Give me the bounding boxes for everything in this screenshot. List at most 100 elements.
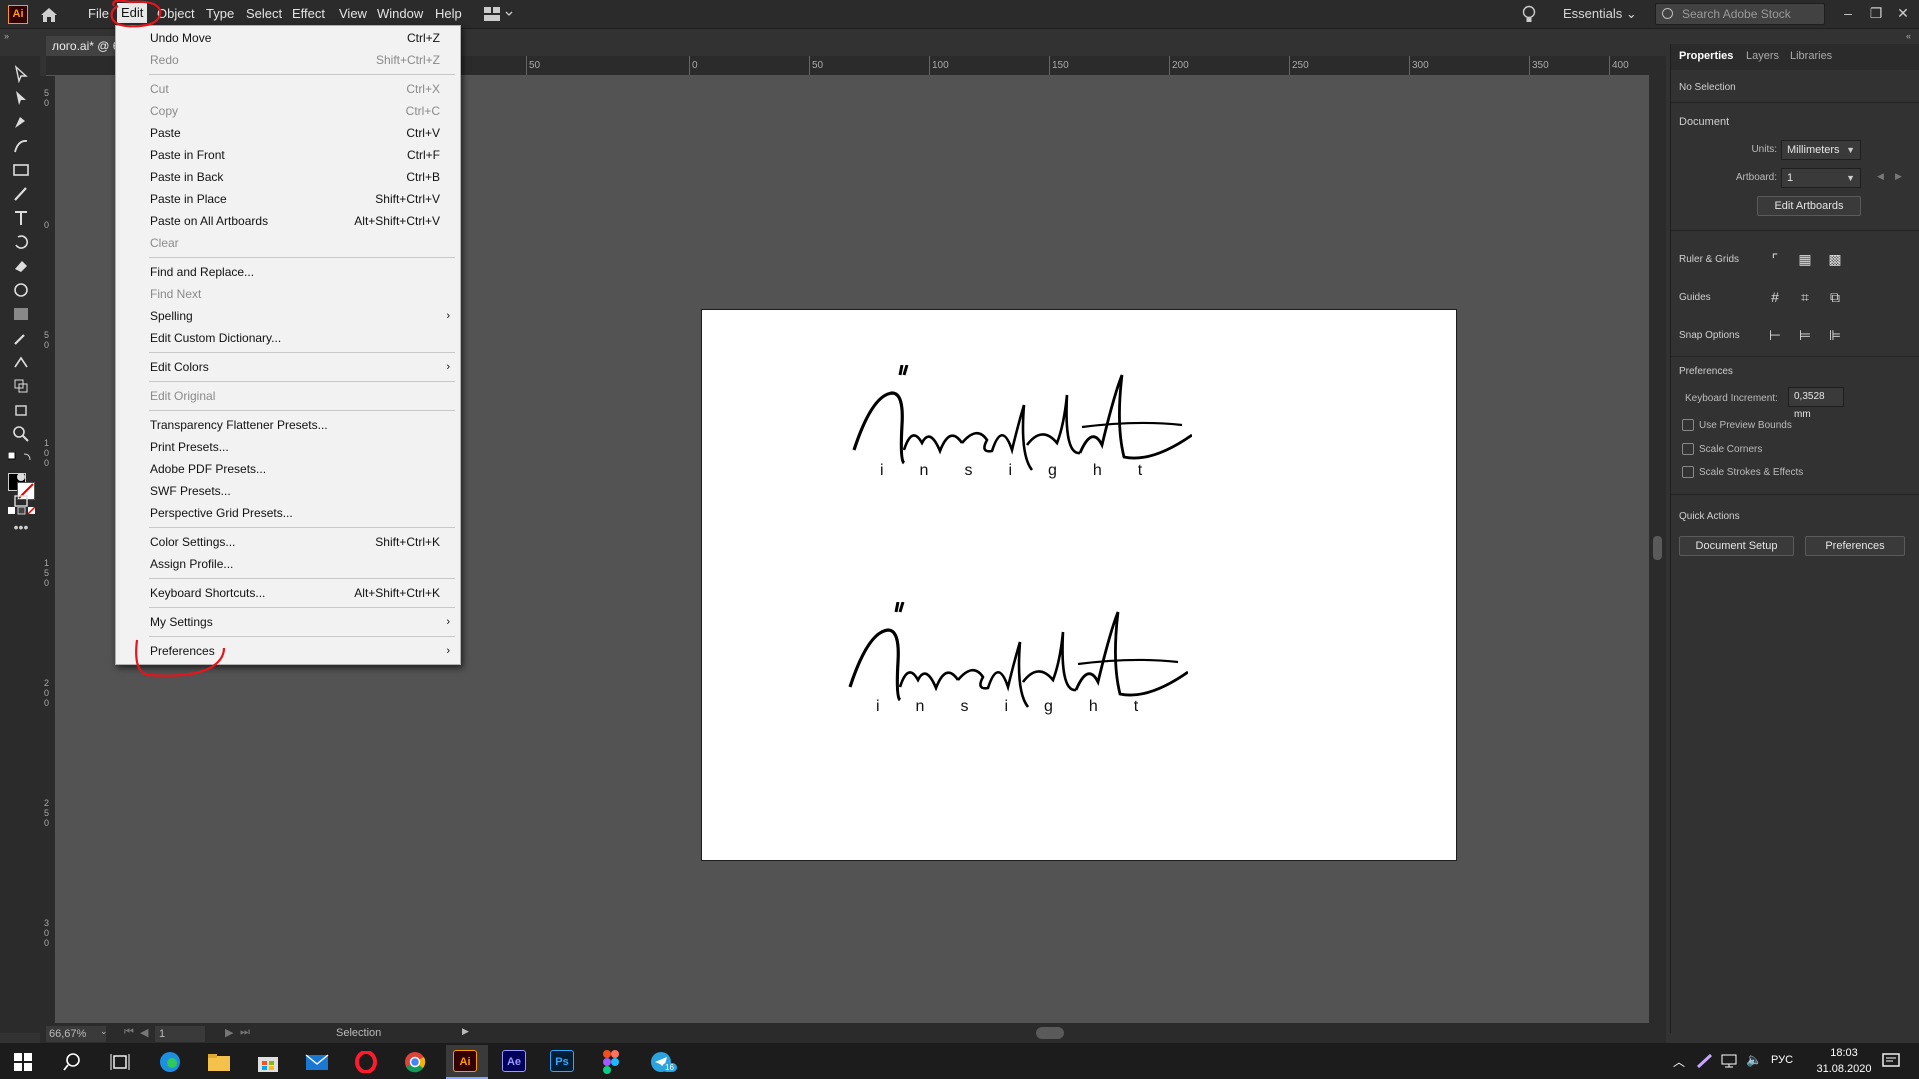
logo-subtitle: insight (876, 698, 1175, 715)
units-label: Units: (1751, 144, 1777, 155)
chevron-down-icon: ▼ (1846, 173, 1855, 183)
pen-ink-icon[interactable] (1696, 1053, 1714, 1069)
taskbar-search-icon[interactable] (63, 1053, 81, 1071)
discover-lightbulb-icon[interactable] (1522, 5, 1536, 24)
file-explorer-icon[interactable] (207, 1052, 231, 1072)
snap-to-point-icon[interactable]: ⊢ (1765, 325, 1785, 345)
guides-label: Guides (1679, 292, 1711, 303)
zoom-level-field[interactable]: 66,67% (46, 1026, 106, 1042)
ruler-tick: 200 (1169, 56, 1189, 75)
artboard-label: Artboard: (1735, 172, 1777, 183)
artboard-select[interactable]: 1 ▼ (1781, 168, 1861, 188)
snap-options-label: Snap Options (1679, 330, 1740, 341)
document-section-title: Document (1679, 116, 1730, 128)
checkbox-label: Scale Corners (1699, 444, 1763, 455)
last-artboard-icon[interactable]: ⏭ (240, 1026, 250, 1039)
next-artboard-icon[interactable]: ▶ (225, 1026, 233, 1039)
show-guides-icon[interactable]: # (1765, 287, 1785, 307)
windows-taskbar: Ai Ae Ps 16 ︿ 🔈 РУС 18:03 31.08.2020 (0, 1043, 1919, 1079)
photoshop-taskbar-icon[interactable]: Ps (550, 1050, 574, 1072)
collapse-panels-icon[interactable]: « (1906, 31, 1911, 41)
selection-status: No Selection (1679, 82, 1736, 93)
telegram-badge: 16 (662, 1063, 677, 1072)
workspace-switcher[interactable]: Essentials ⌄ (1563, 6, 1637, 22)
snap-to-grid-icon[interactable]: ⊫ (1825, 325, 1845, 345)
use-preview-bounds-checkbox[interactable] (1682, 419, 1694, 431)
preferences-button[interactable]: Preferences (1805, 536, 1905, 556)
edge-browser-icon[interactable] (158, 1051, 182, 1073)
snap-to-pixel-icon[interactable]: ⊨ (1795, 325, 1815, 345)
show-hidden-icons-icon[interactable]: ︿ (1673, 1053, 1685, 1070)
search-icon (1662, 8, 1673, 19)
task-view-icon[interactable] (110, 1053, 130, 1071)
zoom-dropdown-icon[interactable]: ⌄ (100, 1026, 108, 1037)
mail-icon[interactable] (305, 1052, 329, 1072)
network-icon[interactable] (1720, 1053, 1740, 1069)
opera-browser-icon[interactable] (354, 1051, 378, 1073)
properties-panel: Properties Layers Libraries No Selection… (1670, 44, 1919, 1033)
ruler-grids-label: Ruler & Grids (1679, 254, 1740, 265)
artboard[interactable]: insight insight (701, 309, 1457, 861)
tab-properties[interactable]: Properties (1679, 50, 1733, 62)
next-artboard-arrow-icon[interactable]: ▶ (1895, 171, 1902, 182)
close-button[interactable]: ✕ (1889, 2, 1917, 24)
horizontal-scroll-thumb[interactable] (1036, 1027, 1064, 1039)
ruler-tick: 300 (1409, 56, 1429, 75)
insight-logo-script (852, 365, 1192, 471)
red-annotation-marks (110, 0, 226, 677)
quick-actions-title: Quick Actions (1679, 511, 1740, 522)
document-setup-button[interactable]: Document Setup (1679, 536, 1794, 556)
notifications-icon[interactable] (1882, 1052, 1900, 1070)
ruler-tick: 50 (808, 56, 824, 75)
ruler-tick: 400 (1609, 56, 1629, 75)
arrange-documents-icon[interactable] (484, 7, 514, 21)
minimize-button[interactable]: – (1834, 2, 1862, 24)
grid-icon[interactable]: ▦ (1795, 249, 1815, 269)
ruler-tick: 100 (929, 56, 949, 75)
chevron-down-icon: ▼ (1846, 145, 1855, 155)
checkbox-label: Scale Strokes & Effects (1699, 467, 1804, 478)
search-adobe-stock-input[interactable]: Search Adobe Stock (1655, 3, 1825, 25)
windows-start-icon[interactable] (14, 1053, 32, 1071)
volume-icon[interactable]: 🔈 (1746, 1052, 1762, 1068)
microsoft-store-icon[interactable] (256, 1051, 280, 1073)
ruler-tick: 150 (1049, 56, 1069, 75)
scroll-thumb[interactable] (1653, 536, 1662, 560)
prev-artboard-icon[interactable]: ◀ (140, 1026, 148, 1039)
lock-guides-icon[interactable]: ⌗ (1795, 287, 1815, 307)
status-tool-name: Selection (336, 1027, 382, 1039)
illustrator-taskbar-icon[interactable]: Ai (453, 1050, 477, 1072)
edit-artboards-button[interactable]: Edit Artboards (1757, 196, 1861, 216)
input-language[interactable]: РУС (1771, 1054, 1793, 1066)
prev-artboard-arrow-icon[interactable]: ◀ (1877, 171, 1884, 182)
scale-strokes-checkbox[interactable] (1682, 466, 1694, 478)
preferences-section-title: Preferences (1679, 366, 1733, 377)
units-select[interactable]: Millimeters ▼ (1781, 140, 1861, 160)
chrome-browser-icon[interactable] (403, 1051, 427, 1073)
artboard-nav-field[interactable]: 1 (155, 1026, 205, 1042)
ruler-icon[interactable]: ⌜ (1765, 249, 1785, 269)
ruler-tick: 2 5 0 (44, 798, 50, 828)
system-clock[interactable]: 18:03 31.08.2020 (1814, 1045, 1874, 1077)
status-bar: 66,67% ⌄ ⏮ ◀ 1 ▶ ⏭ Selection ▶ (40, 1023, 1666, 1043)
panel-tabs: Properties Layers Libraries (1671, 44, 1919, 70)
status-menu-arrow-icon[interactable]: ▶ (462, 1026, 469, 1037)
smart-guides-icon[interactable]: ⧉ (1825, 287, 1845, 307)
checkbox-label: Use Preview Bounds (1699, 420, 1792, 431)
tab-libraries[interactable]: Libraries (1790, 50, 1832, 62)
logo-subtitle: insight (880, 462, 1179, 479)
keyboard-increment-input[interactable]: 0,3528 mm (1788, 387, 1844, 420)
maximize-button[interactable]: ❐ (1862, 2, 1890, 24)
ruler-tick: 0 (689, 56, 698, 75)
figma-icon[interactable] (603, 1050, 619, 1074)
insight-logo-script (848, 602, 1188, 708)
vertical-scrollbar[interactable] (1649, 56, 1666, 1031)
after-effects-taskbar-icon[interactable]: Ae (502, 1050, 526, 1072)
ruler-tick: 3 0 0 (44, 918, 50, 948)
first-artboard-icon[interactable]: ⏮ (124, 1026, 134, 1039)
tab-layers[interactable]: Layers (1746, 50, 1779, 62)
ruler-tick: 250 (1289, 56, 1309, 75)
ruler-tick: 50 (525, 56, 541, 75)
scale-corners-checkbox[interactable] (1682, 443, 1694, 455)
transparency-grid-icon[interactable]: ▩ (1825, 249, 1845, 269)
